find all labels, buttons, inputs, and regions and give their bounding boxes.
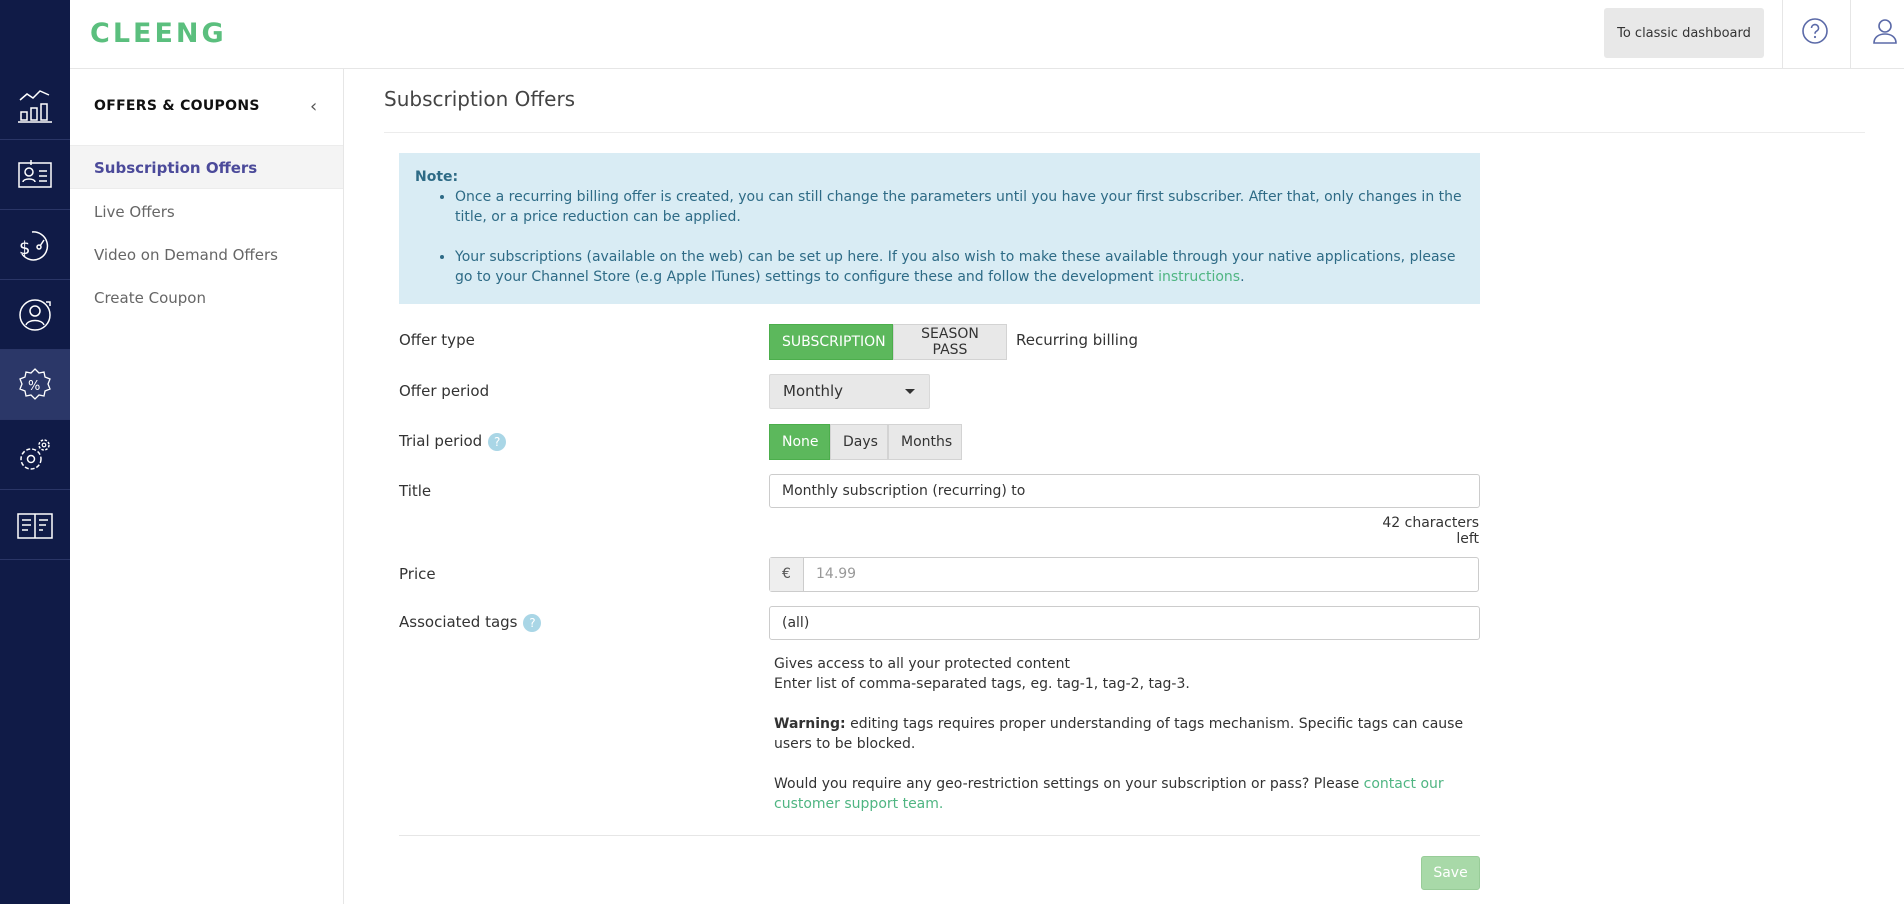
warning-text: editing tags requires proper understandi…	[774, 716, 1464, 752]
header-divider	[1850, 0, 1851, 69]
price-label: Price	[399, 565, 436, 583]
subnav-title: OFFERS & COUPONS	[94, 98, 260, 114]
page-title: Subscription Offers	[384, 87, 576, 111]
offer-type-label: Offer type	[399, 331, 475, 349]
tags-label-text: Associated tags	[399, 613, 518, 631]
collapse-chevron-icon[interactable]: ‹	[310, 96, 317, 117]
trial-months-button[interactable]: Months	[888, 424, 962, 460]
trial-period-label: Trial period?	[399, 432, 507, 451]
help-icon[interactable]: ?	[488, 432, 507, 451]
customers-icon	[18, 159, 52, 188]
offer-type-toggle: SUBSCRIPTION SEASON PASS	[769, 324, 1007, 360]
offer-period-select[interactable]: Monthly	[769, 374, 930, 409]
retention-icon	[19, 298, 51, 331]
subnav-item-create-coupon[interactable]: Create Coupon	[70, 276, 343, 320]
save-button[interactable]: Save	[1421, 856, 1480, 890]
offer-type-subscription-button[interactable]: SUBSCRIPTION	[769, 324, 893, 360]
warning-paragraph: Warning: editing tags requires proper un…	[774, 714, 1494, 754]
form-divider	[399, 835, 1480, 836]
trial-none-button[interactable]: None	[769, 424, 830, 460]
trial-period-toggle: None Days Months	[769, 424, 962, 460]
main-content: Subscription Offers Note: Once a recurri…	[344, 69, 1904, 904]
help-line: Gives access to all your protected conte…	[774, 656, 1070, 672]
offer-type-hint: Recurring billing	[1016, 331, 1138, 349]
top-header: cleeng To classic dashboard	[0, 0, 1904, 69]
main-icon-navigation: $ %	[0, 0, 70, 904]
trial-days-button[interactable]: Days	[830, 424, 888, 460]
help-line: Enter list of comma-separated tags, eg. …	[774, 676, 1190, 692]
note-bullet: Your subscriptions (available on the web…	[455, 247, 1464, 287]
subnav-item-live-offers[interactable]: Live Offers	[70, 190, 343, 234]
note-label: Note:	[415, 169, 459, 185]
svg-text:$: $	[19, 238, 30, 259]
note-text: Once a recurring billing offer is create…	[455, 189, 1462, 225]
price-input[interactable]: 14.99	[804, 558, 1478, 591]
currency-addon: €	[770, 558, 804, 591]
note-box: Note: Once a recurring billing offer is …	[399, 153, 1480, 304]
title-divider	[384, 132, 1865, 133]
chevron-down-icon	[905, 389, 915, 394]
title-label: Title	[399, 482, 432, 500]
offer-period-label: Offer period	[399, 382, 490, 400]
svg-text:%: %	[28, 379, 40, 394]
instructions-link[interactable]: instructions	[1158, 269, 1240, 285]
offer-type-season-pass-button[interactable]: SEASON PASS	[893, 324, 1007, 360]
note-bullet: Once a recurring billing offer is create…	[455, 187, 1464, 227]
warning-label: Warning:	[774, 716, 846, 732]
help-icon[interactable]	[1800, 16, 1830, 46]
user-icon[interactable]	[1870, 16, 1900, 46]
tags-input[interactable]: (all)	[769, 606, 1480, 640]
trial-period-label-text: Trial period	[399, 432, 483, 450]
note-list: Once a recurring billing offer is create…	[455, 187, 1464, 287]
cleeng-logo[interactable]: cleeng	[90, 18, 227, 49]
title-char-counter: 42 characters left	[1382, 515, 1479, 547]
title-input[interactable]: Monthly subscription (recurring) to	[769, 474, 1480, 508]
geo-text: Would you require any geo-restriction se…	[774, 776, 1364, 792]
subnav-item-subscription-offers[interactable]: Subscription Offers	[70, 145, 343, 189]
nav-offers[interactable]: %	[0, 350, 70, 420]
note-text: .	[1240, 269, 1245, 285]
tags-help-text: Gives access to all your protected conte…	[774, 654, 1494, 834]
analytics-icon	[18, 89, 52, 123]
offer-period-value: Monthly	[783, 382, 844, 400]
settings-icon	[20, 438, 50, 470]
geo-paragraph: Would you require any geo-restriction se…	[774, 774, 1494, 814]
nav-analytics[interactable]	[0, 70, 70, 140]
revenue-icon: $	[19, 230, 49, 261]
tags-label: Associated tags?	[399, 613, 542, 632]
price-input-group: € 14.99	[769, 557, 1479, 592]
classic-dashboard-button[interactable]: To classic dashboard	[1604, 8, 1764, 58]
nav-settings[interactable]	[0, 420, 70, 490]
docs-icon	[17, 512, 53, 539]
offers-subnav: OFFERS & COUPONS ‹ Subscription Offers L…	[70, 69, 344, 904]
help-icon[interactable]: ?	[523, 613, 542, 632]
nav-customers[interactable]	[0, 140, 70, 210]
nav-revenue[interactable]: $	[0, 210, 70, 280]
subnav-item-vod-offers[interactable]: Video on Demand Offers	[70, 233, 343, 277]
note-text: Your subscriptions (available on the web…	[455, 249, 1456, 285]
help-paragraph: Gives access to all your protected conte…	[774, 654, 1494, 694]
offers-icon: %	[19, 367, 51, 400]
nav-retention[interactable]	[0, 280, 70, 350]
header-divider	[1782, 0, 1783, 69]
nav-docs[interactable]	[0, 490, 70, 560]
app-root: cleeng To classic dashboard	[0, 0, 1904, 904]
